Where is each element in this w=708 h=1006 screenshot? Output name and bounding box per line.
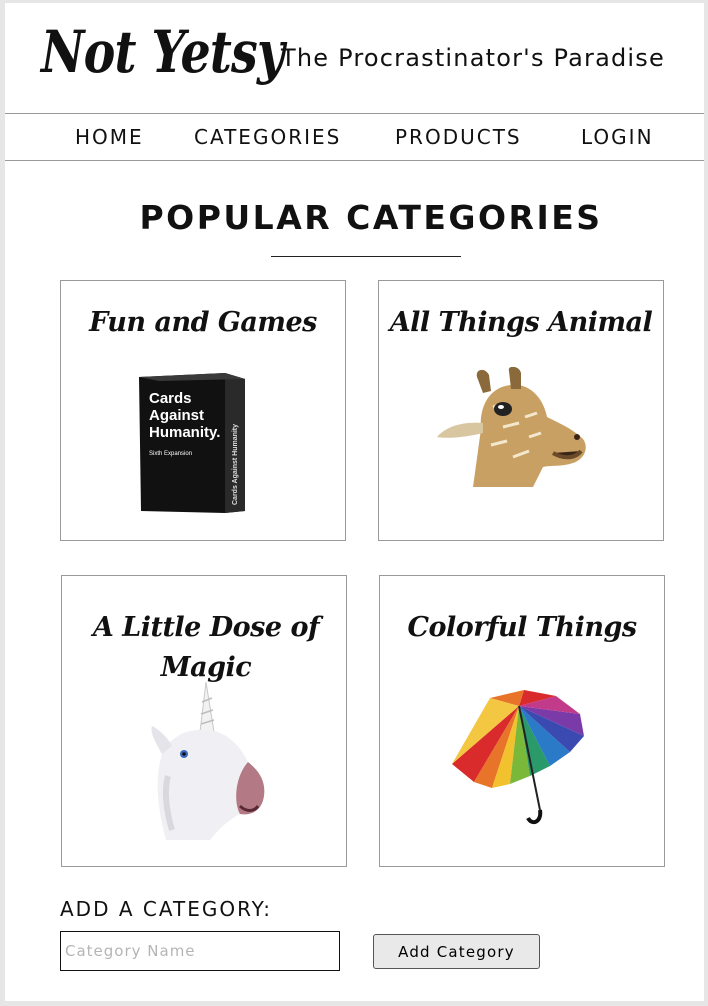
card-game-box-image: Cards Against Humanity. Sixth Expansion … [139,373,245,513]
category-name-input[interactable] [60,931,340,971]
category-card-colorful-things[interactable]: Colorful Things [379,575,665,867]
box-spine-text: Cards Against Humanity [232,424,239,505]
site-tagline: The Procrastinator's Paradise [281,44,665,72]
nav-products[interactable]: PRODUCTS [395,125,522,149]
nav-login[interactable]: LOGIN [581,125,654,149]
nav-categories[interactable]: CATEGORIES [194,125,341,149]
box-text-line1: Cards [149,390,192,407]
box-text-line3: Humanity. [149,424,220,441]
title-divider [271,256,461,257]
page: Not Yetsy The Procrastinator's Paradise … [5,3,704,1001]
category-card-title: All Things Animal [389,307,653,338]
category-card-title: Colorful Things [407,612,637,643]
box-text-line4: Sixth Expansion [149,451,192,457]
category-card-fun-and-games[interactable]: Fun and Games Cards Against Humanity. Si… [60,280,346,541]
rainbow-umbrella-image [452,690,584,825]
main-nav: HOME CATEGORIES PRODUCTS LOGIN [5,113,704,161]
category-card-all-things-animal[interactable]: All Things Animal [378,280,664,541]
box-text-line2: Against [149,407,204,424]
site-logo[interactable]: Not Yetsy [41,23,285,81]
add-category-label: ADD A CATEGORY: [60,897,272,921]
section-title: POPULAR CATEGORIES [139,198,603,237]
category-card-title: A Little Dose of Magic [92,612,320,683]
unicorn-mask-image [151,681,265,840]
nav-home[interactable]: HOME [75,125,144,149]
category-card-title: Fun and Games [89,307,317,338]
category-card-a-little-dose-of-magic[interactable]: A Little Dose of Magic [61,575,347,867]
add-category-button[interactable]: Add Category [373,934,540,969]
giraffe-mask-image [437,367,586,487]
